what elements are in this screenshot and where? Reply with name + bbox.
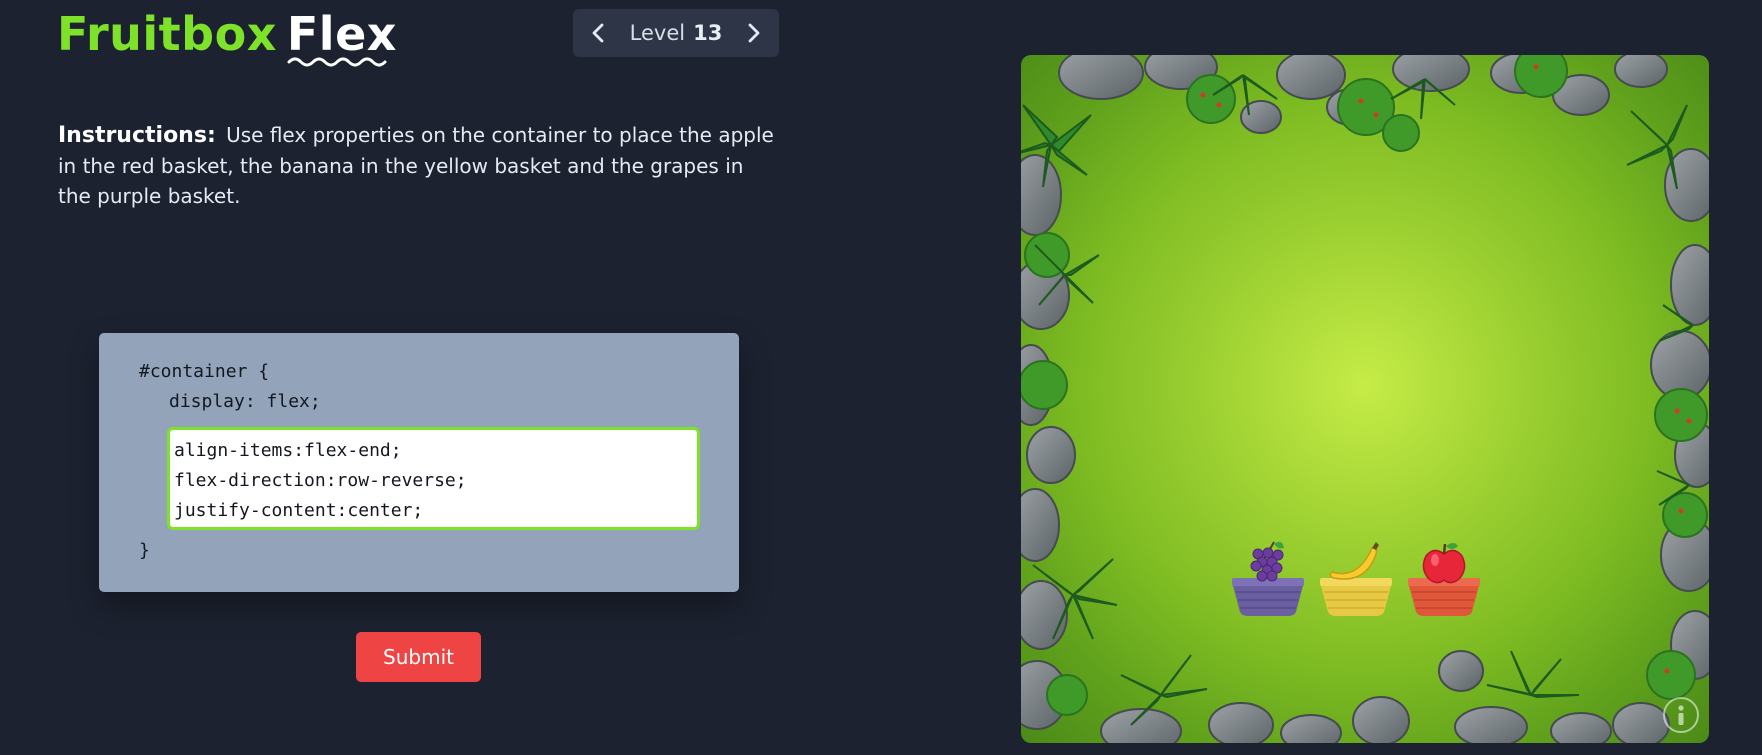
instructions: Instructions: Use flex properties on the… [58, 120, 778, 211]
logo-wave-underline [287, 57, 387, 67]
css-input-line: align-items:flex-end; [174, 440, 402, 461]
code-selector-line: #container { [139, 361, 270, 382]
logo-flex: Flex [287, 7, 397, 67]
yellow-basket [1318, 540, 1394, 620]
code-editor: #container { display: flex; align-items:… [99, 333, 739, 592]
code-closing-brace: } [139, 540, 150, 561]
chevron-left-icon[interactable] [588, 19, 608, 47]
apple-icon [1422, 543, 1466, 584]
page: Fruitbox Flex Level 13 Instructions: Use f… [0, 0, 1762, 755]
submit-button[interactable]: Submit [356, 632, 481, 682]
level-navigator: Level 13 [573, 9, 779, 57]
level-label: Level [629, 21, 686, 45]
info-icon[interactable] [1663, 697, 1699, 733]
logo-fruitbox: Fruitbox [57, 7, 277, 61]
grapes-icon [1250, 541, 1284, 582]
level-number: 13 [693, 21, 723, 45]
game-board [1021, 55, 1709, 743]
css-input-line: justify-content:center; [174, 500, 424, 521]
purple-basket [1230, 540, 1306, 620]
red-basket [1406, 540, 1482, 620]
app-logo: Fruitbox Flex [57, 6, 397, 67]
banana-icon [1329, 542, 1379, 580]
basket-row [1230, 540, 1482, 620]
level-indicator: Level 13 [630, 21, 723, 45]
chevron-right-icon[interactable] [744, 19, 764, 47]
css-input-line: flex-direction:row-reverse; [174, 470, 467, 491]
code-display-line: display: flex; [169, 391, 321, 412]
css-input[interactable]: align-items:flex-end; flex-direction:row… [167, 427, 700, 530]
instructions-lead: Instructions: [58, 123, 216, 148]
jungle-border [1021, 55, 1709, 743]
